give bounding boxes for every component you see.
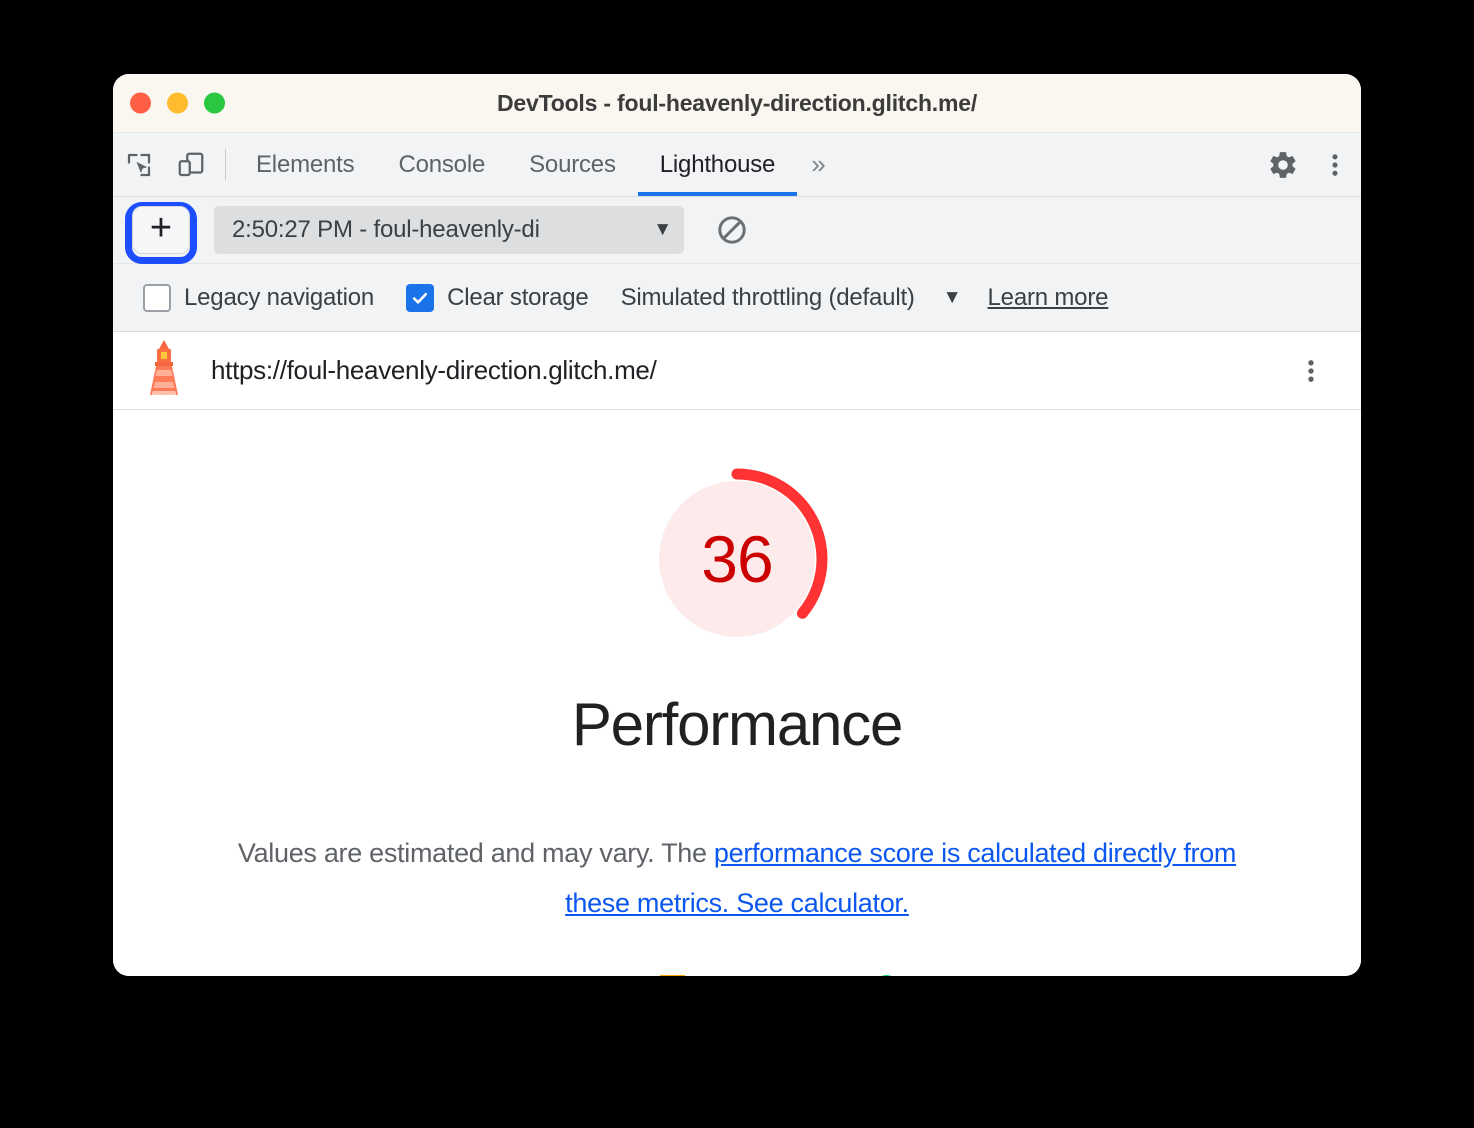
tab-console[interactable]: Console [376,133,507,196]
report-url: https://foul-heavenly-direction.glitch.m… [211,355,657,385]
report-header: https://foul-heavenly-direction.glitch.m… [113,332,1361,410]
page-title: Performance [571,691,903,758]
add-report-button[interactable]: + [132,206,190,254]
clear-storage-checkbox[interactable] [406,283,435,312]
report-select[interactable]: 2:50:27 PM - foul-heavenly-di ▼ [214,206,684,254]
devtools-window: DevTools - foul-heavenly-direction.glitc… [113,74,1361,976]
clear-storage-option[interactable]: Clear storage [406,283,589,312]
kebab-menu-icon[interactable] [1291,351,1331,391]
score-legend: 0–49 50–89 90–100 [457,973,1017,976]
legacy-navigation-checkbox[interactable] [143,283,171,312]
disclaimer-text: Values are estimated and may vary. The [237,838,714,869]
legacy-navigation-option[interactable]: Legacy navigation [143,283,375,312]
close-window-button[interactable] [130,92,151,114]
gear-icon[interactable] [1257,149,1309,181]
chevron-down-icon: ▼ [653,219,672,240]
device-toolbar-icon[interactable] [165,133,217,196]
learn-more-link[interactable]: Learn more [988,284,1109,312]
tab-elements[interactable]: Elements [234,133,376,196]
lighthouse-settings-row: Legacy navigation Clear storage Simulate… [113,264,1361,332]
minimize-window-button[interactable] [167,92,188,114]
legend-label-average: 50–89 [713,973,787,976]
tab-sources[interactable]: Sources [507,133,638,196]
see-calculator-link[interactable]: See calculator. [729,888,909,918]
lighthouse-report-body: 36 Performance Values are estimated and … [113,410,1361,976]
throttling-select-value[interactable]: Simulated throttling (default) [621,284,915,312]
window-titlebar: DevTools - foul-heavenly-direction.glitc… [113,74,1361,133]
tabbar-right-actions [1236,133,1361,196]
legend-item-fail: 0–49 [457,973,575,976]
square-icon [660,975,686,976]
window-title: DevTools - foul-heavenly-direction.glitc… [496,89,978,116]
chevron-down-icon[interactable]: ▼ [943,287,962,309]
devtools-tabbar: Elements Console Sources Lighthouse » [113,133,1361,197]
zoom-window-button[interactable] [204,92,225,114]
performance-score-gauge: 36 [644,466,830,652]
legend-item-average: 50–89 [660,973,787,976]
kebab-menu-icon[interactable] [1309,151,1361,179]
clear-storage-label: Clear storage [447,283,589,311]
plus-icon: + [149,207,173,249]
lighthouse-toolbar: + 2:50:27 PM - foul-heavenly-di ▼ [113,197,1361,264]
inspect-element-icon[interactable] [113,133,165,196]
circle-icon [873,975,901,976]
score-disclaimer: Values are estimated and may vary. The p… [237,829,1237,929]
toolbar-divider [225,149,226,180]
add-report-button-wrapper: + [125,202,197,264]
legacy-navigation-label: Legacy navigation [184,283,375,311]
traffic-light-buttons [130,92,225,114]
legend-label-pass: 90–100 [928,973,1017,976]
tab-lighthouse[interactable]: Lighthouse [637,133,798,196]
legend-item-pass: 90–100 [873,973,1017,976]
tab-overflow-chevron-icon[interactable]: » [797,133,839,196]
lighthouse-icon [141,338,187,403]
performance-score-value: 36 [701,522,773,596]
report-select-value: 2:50:27 PM - foul-heavenly-di [232,216,540,243]
clear-reports-button[interactable] [710,208,754,252]
legend-label-fail: 0–49 [516,973,575,976]
